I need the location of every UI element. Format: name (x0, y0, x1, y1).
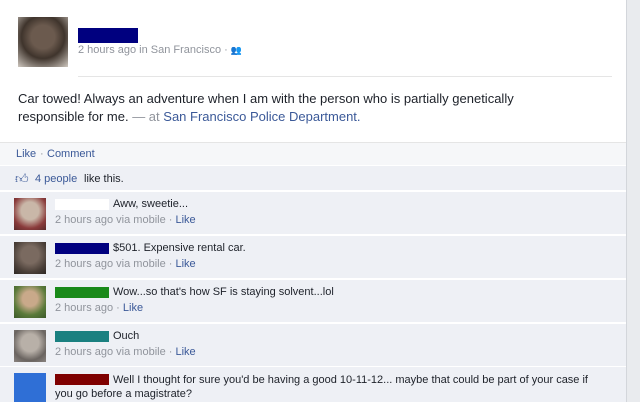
comment-time[interactable]: 2 hours ago (55, 258, 113, 270)
comment-like-link[interactable]: Like (176, 214, 196, 226)
comment-text: Wow...so that's how SF is staying solven… (113, 286, 334, 298)
meta-separator: · (224, 44, 228, 56)
news-feed-post: 2 hours ago in San Francisco · 👥 Car tow… (0, 0, 627, 402)
comment-time[interactable]: 2 hours ago (55, 346, 113, 358)
comment-like-link[interactable]: Like (123, 302, 143, 314)
comment-via: via mobile (116, 346, 166, 358)
comment-separator: · (168, 214, 173, 226)
friends-audience-icon[interactable]: 👥 (231, 45, 242, 55)
comment-via: via mobile (116, 214, 166, 226)
comment-link[interactable]: Comment (47, 148, 95, 160)
commenter-avatar[interactable] (14, 286, 46, 318)
likes-count-link[interactable]: 4 people (35, 173, 77, 185)
commenter-avatar[interactable] (14, 373, 46, 402)
comment-item: $501. Expensive rental car. 2 hours ago … (0, 235, 626, 278)
comment-time[interactable]: 2 hours ago (55, 214, 113, 226)
post-time[interactable]: 2 hours ago (78, 44, 136, 56)
comment-text: Aww, sweetie... (113, 198, 188, 210)
post-meta: 2 hours ago in San Francisco · 👥 (78, 44, 242, 56)
comment-like-link[interactable]: Like (176, 346, 196, 358)
commenter-name-redacted[interactable] (55, 199, 109, 210)
author-name-redacted[interactable] (78, 28, 138, 43)
commenter-avatar[interactable] (14, 330, 46, 362)
comment-item: Well I thought for sure you'd be having … (0, 366, 626, 402)
comment-text: Ouch (113, 330, 140, 342)
comment-meta: 2 hours ago · Like (55, 302, 143, 314)
comment-time[interactable]: 2 hours ago (55, 302, 113, 314)
comment-text: Well I thought for sure you'd be having … (55, 374, 588, 400)
thumbs-up-icon: 👍︎ (15, 171, 29, 186)
comment-separator: · (168, 258, 173, 270)
status-message: Car towed! Always an adventure when I am… (18, 90, 578, 126)
post-actions: Like · Comment (0, 142, 626, 165)
comment-meta: 2 hours ago via mobile · Like (55, 258, 196, 270)
author-avatar[interactable] (18, 17, 68, 67)
commenter-name-redacted[interactable] (55, 287, 109, 298)
comment-like-link[interactable]: Like (176, 258, 196, 270)
actions-separator: · (40, 148, 44, 160)
likes-summary: 👍︎ 4 people like this. (0, 166, 626, 190)
checkin-place-link[interactable]: San Francisco Police Department. (163, 109, 360, 124)
comment-text: $501. Expensive rental car. (113, 242, 246, 254)
commenter-name-redacted[interactable] (55, 243, 109, 254)
comment-separator: · (116, 302, 120, 314)
location-prefix: in (139, 44, 148, 56)
at-prefix: — at (132, 109, 160, 124)
comment-item: Wow...so that's how SF is staying solven… (0, 279, 626, 322)
comment-separator: · (168, 346, 173, 358)
commenter-name-redacted[interactable] (55, 331, 109, 342)
post-location[interactable]: San Francisco (151, 44, 221, 56)
commenter-avatar[interactable] (14, 198, 46, 230)
comment-item: Ouch 2 hours ago via mobile · Like (0, 323, 626, 366)
comment-meta: 2 hours ago via mobile · Like (55, 214, 196, 226)
comment-item: Aww, sweetie... 2 hours ago via mobile ·… (0, 191, 626, 234)
likes-suffix: like this. (84, 173, 124, 185)
comment-via: via mobile (116, 258, 166, 270)
commenter-avatar[interactable] (14, 242, 46, 274)
header-divider (78, 76, 612, 77)
comment-meta: 2 hours ago via mobile · Like (55, 346, 196, 358)
like-link[interactable]: Like (16, 148, 36, 160)
